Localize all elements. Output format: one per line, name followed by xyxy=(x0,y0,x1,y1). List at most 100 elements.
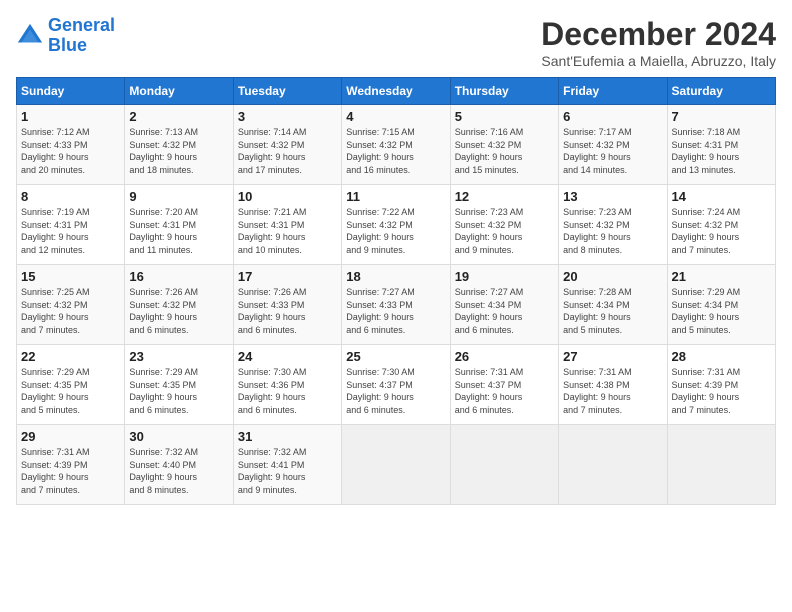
day-info: Sunrise: 7:32 AMSunset: 4:41 PMDaylight:… xyxy=(238,446,337,496)
day-info: Sunrise: 7:29 AMSunset: 4:34 PMDaylight:… xyxy=(672,286,771,336)
day-info: Sunrise: 7:27 AMSunset: 4:33 PMDaylight:… xyxy=(346,286,445,336)
day-number: 11 xyxy=(346,189,445,204)
day-number: 22 xyxy=(21,349,120,364)
logo-line2: Blue xyxy=(48,35,87,55)
day-info: Sunrise: 7:29 AMSunset: 4:35 PMDaylight:… xyxy=(129,366,228,416)
day-info: Sunrise: 7:29 AMSunset: 4:35 PMDaylight:… xyxy=(21,366,120,416)
day-number: 23 xyxy=(129,349,228,364)
calendar-cell: 21Sunrise: 7:29 AMSunset: 4:34 PMDayligh… xyxy=(667,265,775,345)
day-info: Sunrise: 7:30 AMSunset: 4:36 PMDaylight:… xyxy=(238,366,337,416)
day-info: Sunrise: 7:32 AMSunset: 4:40 PMDaylight:… xyxy=(129,446,228,496)
day-info: Sunrise: 7:23 AMSunset: 4:32 PMDaylight:… xyxy=(455,206,554,256)
day-header-tuesday: Tuesday xyxy=(233,78,341,105)
calendar-cell xyxy=(559,425,667,505)
day-number: 18 xyxy=(346,269,445,284)
day-number: 5 xyxy=(455,109,554,124)
calendar-cell: 29 Sunrise: 7:31 AMSunset: 4:39 PMDayligh… xyxy=(17,425,125,505)
day-number: 25 xyxy=(346,349,445,364)
calendar-cell: 22 Sunrise: 7:29 AMSunset: 4:35 PMDayligh… xyxy=(17,345,125,425)
calendar-week-4: 22 Sunrise: 7:29 AMSunset: 4:35 PMDayligh… xyxy=(17,345,776,425)
calendar-cell: 15Sunrise: 7:25 AMSunset: 4:32 PMDayligh… xyxy=(17,265,125,345)
day-header-wednesday: Wednesday xyxy=(342,78,450,105)
day-info: Sunrise: 7:31 AMSunset: 4:38 PMDaylight:… xyxy=(563,366,662,416)
day-info: Sunrise: 7:15 AMSunset: 4:32 PMDaylight:… xyxy=(346,126,445,176)
day-number: 10 xyxy=(238,189,337,204)
calendar-cell: 9 Sunrise: 7:20 AMSunset: 4:31 PMDaylight… xyxy=(125,185,233,265)
day-number: 8 xyxy=(21,189,120,204)
calendar-cell: 2 Sunrise: 7:13 AMSunset: 4:32 PMDaylight… xyxy=(125,105,233,185)
calendar-table: SundayMondayTuesdayWednesdayThursdayFrid… xyxy=(16,77,776,505)
calendar-week-3: 15Sunrise: 7:25 AMSunset: 4:32 PMDayligh… xyxy=(17,265,776,345)
calendar-cell: 3Sunrise: 7:14 AMSunset: 4:32 PMDaylight… xyxy=(233,105,341,185)
day-info: Sunrise: 7:26 AMSunset: 4:33 PMDaylight:… xyxy=(238,286,337,336)
day-info: Sunrise: 7:25 AMSunset: 4:32 PMDaylight:… xyxy=(21,286,120,336)
day-number: 12 xyxy=(455,189,554,204)
calendar-cell: 30 Sunrise: 7:32 AMSunset: 4:40 PMDayligh… xyxy=(125,425,233,505)
day-info: Sunrise: 7:24 AMSunset: 4:32 PMDaylight:… xyxy=(672,206,771,256)
day-number: 9 xyxy=(129,189,228,204)
calendar-cell: 31 Sunrise: 7:32 AMSunset: 4:41 PMDayligh… xyxy=(233,425,341,505)
day-number: 7 xyxy=(672,109,771,124)
calendar-cell xyxy=(667,425,775,505)
calendar-cell: 8Sunrise: 7:19 AMSunset: 4:31 PMDaylight… xyxy=(17,185,125,265)
day-info: Sunrise: 7:13 AMSunset: 4:32 PMDaylight:… xyxy=(129,126,228,176)
day-header-friday: Friday xyxy=(559,78,667,105)
calendar-cell: 20 Sunrise: 7:28 AMSunset: 4:34 PMDayligh… xyxy=(559,265,667,345)
title-block: December 2024 Sant'Eufemia a Maiella, Ab… xyxy=(541,16,776,69)
calendar-cell xyxy=(342,425,450,505)
calendar-cell: 27 Sunrise: 7:31 AMSunset: 4:38 PMDayligh… xyxy=(559,345,667,425)
day-info: Sunrise: 7:16 AMSunset: 4:32 PMDaylight:… xyxy=(455,126,554,176)
day-number: 19 xyxy=(455,269,554,284)
day-number: 30 xyxy=(129,429,228,444)
calendar-week-5: 29 Sunrise: 7:31 AMSunset: 4:39 PMDayligh… xyxy=(17,425,776,505)
day-number: 26 xyxy=(455,349,554,364)
day-number: 31 xyxy=(238,429,337,444)
day-number: 3 xyxy=(238,109,337,124)
day-info: Sunrise: 7:20 AMSunset: 4:31 PMDaylight:… xyxy=(129,206,228,256)
day-header-saturday: Saturday xyxy=(667,78,775,105)
day-info: Sunrise: 7:22 AMSunset: 4:32 PMDaylight:… xyxy=(346,206,445,256)
day-number: 6 xyxy=(563,109,662,124)
calendar-cell xyxy=(450,425,558,505)
calendar-cell: 7 Sunrise: 7:18 AMSunset: 4:31 PMDaylight… xyxy=(667,105,775,185)
day-info: Sunrise: 7:27 AMSunset: 4:34 PMDaylight:… xyxy=(455,286,554,336)
day-info: Sunrise: 7:30 AMSunset: 4:37 PMDaylight:… xyxy=(346,366,445,416)
calendar-cell: 25 Sunrise: 7:30 AMSunset: 4:37 PMDayligh… xyxy=(342,345,450,425)
location-subtitle: Sant'Eufemia a Maiella, Abruzzo, Italy xyxy=(541,53,776,69)
day-number: 16 xyxy=(129,269,228,284)
calendar-cell: 17 Sunrise: 7:26 AMSunset: 4:33 PMDayligh… xyxy=(233,265,341,345)
day-number: 2 xyxy=(129,109,228,124)
calendar-cell: 12 Sunrise: 7:23 AMSunset: 4:32 PMDayligh… xyxy=(450,185,558,265)
calendar-cell: 16Sunrise: 7:26 AMSunset: 4:32 PMDayligh… xyxy=(125,265,233,345)
day-number: 13 xyxy=(563,189,662,204)
logo: General Blue xyxy=(16,16,115,56)
calendar-header-row: SundayMondayTuesdayWednesdayThursdayFrid… xyxy=(17,78,776,105)
day-info: Sunrise: 7:31 AMSunset: 4:37 PMDaylight:… xyxy=(455,366,554,416)
day-info: Sunrise: 7:28 AMSunset: 4:34 PMDaylight:… xyxy=(563,286,662,336)
calendar-week-1: 1Sunrise: 7:12 AMSunset: 4:33 PMDaylight… xyxy=(17,105,776,185)
calendar-cell: 18 Sunrise: 7:27 AMSunset: 4:33 PMDayligh… xyxy=(342,265,450,345)
day-number: 24 xyxy=(238,349,337,364)
day-info: Sunrise: 7:31 AMSunset: 4:39 PMDaylight:… xyxy=(21,446,120,496)
day-info: Sunrise: 7:31 AMSunset: 4:39 PMDaylight:… xyxy=(672,366,771,416)
calendar-cell: 5 Sunrise: 7:16 AMSunset: 4:32 PMDaylight… xyxy=(450,105,558,185)
day-info: Sunrise: 7:18 AMSunset: 4:31 PMDaylight:… xyxy=(672,126,771,176)
calendar-cell: 6Sunrise: 7:17 AMSunset: 4:32 PMDaylight… xyxy=(559,105,667,185)
calendar-cell: 14Sunrise: 7:24 AMSunset: 4:32 PMDayligh… xyxy=(667,185,775,265)
day-header-sunday: Sunday xyxy=(17,78,125,105)
calendar-cell: 28Sunrise: 7:31 AMSunset: 4:39 PMDayligh… xyxy=(667,345,775,425)
calendar-cell: 1Sunrise: 7:12 AMSunset: 4:33 PMDaylight… xyxy=(17,105,125,185)
day-number: 20 xyxy=(563,269,662,284)
calendar-cell: 4Sunrise: 7:15 AMSunset: 4:32 PMDaylight… xyxy=(342,105,450,185)
calendar-cell: 10Sunrise: 7:21 AMSunset: 4:31 PMDayligh… xyxy=(233,185,341,265)
logo-text: General Blue xyxy=(48,16,115,56)
calendar-cell: 13Sunrise: 7:23 AMSunset: 4:32 PMDayligh… xyxy=(559,185,667,265)
day-header-thursday: Thursday xyxy=(450,78,558,105)
calendar-cell: 24 Sunrise: 7:30 AMSunset: 4:36 PMDayligh… xyxy=(233,345,341,425)
calendar-cell: 23 Sunrise: 7:29 AMSunset: 4:35 PMDayligh… xyxy=(125,345,233,425)
day-number: 17 xyxy=(238,269,337,284)
calendar-cell: 26 Sunrise: 7:31 AMSunset: 4:37 PMDayligh… xyxy=(450,345,558,425)
day-number: 27 xyxy=(563,349,662,364)
day-number: 29 xyxy=(21,429,120,444)
calendar-cell: 11 Sunrise: 7:22 AMSunset: 4:32 PMDayligh… xyxy=(342,185,450,265)
